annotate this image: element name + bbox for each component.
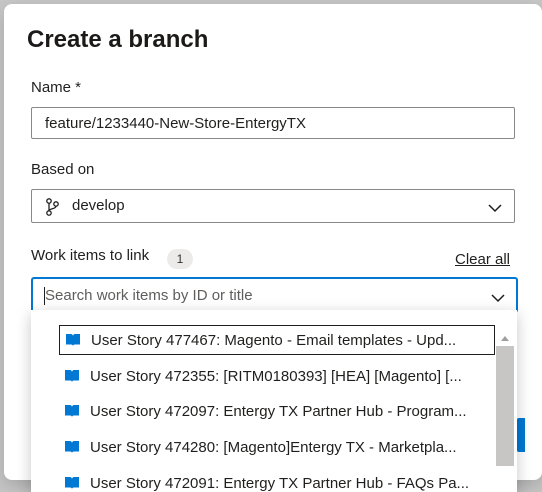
list-item[interactable]: User Story 474280: [Magento]Entergy TX -… <box>59 432 495 462</box>
book-icon <box>65 370 79 382</box>
scroll-up-arrow-icon[interactable] <box>501 328 509 346</box>
work-items-search-box[interactable] <box>31 277 518 313</box>
list-item-label: User Story 472091: Entergy TX Partner Hu… <box>90 474 470 492</box>
primary-button-edge[interactable] <box>517 418 525 452</box>
based-on-value: develop <box>72 197 125 214</box>
work-items-label: Work items to link <box>31 247 150 264</box>
list-item-label: User Story 477467: Magento - Email templ… <box>91 331 457 349</box>
scrollbar[interactable] <box>496 324 514 484</box>
search-input[interactable] <box>45 281 465 309</box>
clear-all-link[interactable]: Clear all <box>455 251 510 268</box>
based-on-label: Based on <box>31 161 95 178</box>
list-item[interactable]: User Story 477467: Magento - Email templ… <box>59 325 495 355</box>
name-field[interactable]: feature/1233440-New-Store-EntergyTX <box>31 107 515 139</box>
work-items-count-badge: 1 <box>167 249 193 269</box>
book-icon <box>65 441 79 453</box>
branch-icon <box>45 198 59 221</box>
work-items-dropdown: User Story 477467: Magento - Email templ… <box>31 310 517 492</box>
book-icon <box>65 405 79 417</box>
name-value: feature/1233440-New-Store-EntergyTX <box>45 114 306 132</box>
list-item-label: User Story 472097: Entergy TX Partner Hu… <box>90 402 467 420</box>
chevron-down-icon <box>488 200 502 218</box>
list-item-label: User Story 474280: [Magento]Entergy TX -… <box>90 438 457 456</box>
list-item[interactable]: User Story 472355: [RITM0180393] [HEA] [… <box>59 361 495 391</box>
scrollbar-thumb[interactable] <box>496 346 514 466</box>
list-item[interactable]: User Story 472091: Entergy TX Partner Hu… <box>59 468 495 492</box>
name-label: Name * <box>31 79 82 96</box>
chevron-down-icon[interactable] <box>491 290 505 308</box>
based-on-select[interactable]: develop <box>31 189 515 223</box>
book-icon <box>66 334 80 346</box>
list-item[interactable]: User Story 472097: Entergy TX Partner Hu… <box>59 396 495 426</box>
dialog-title: Create a branch <box>27 26 209 53</box>
list-item-label: User Story 472355: [RITM0180393] [HEA] [… <box>90 367 462 385</box>
